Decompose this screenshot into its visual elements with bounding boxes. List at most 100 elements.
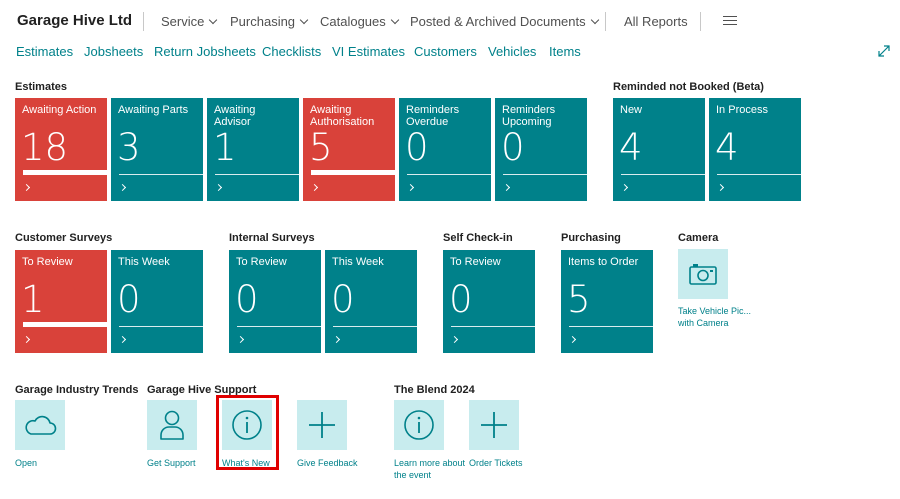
divider [143,12,144,31]
tile-value: 1 [21,278,45,321]
chevron-down-icon [390,15,400,24]
group-title-customer-surveys: Customer Surveys [15,232,113,244]
nav-estimates[interactable]: Estimates [16,44,73,59]
tile-underline [717,174,801,175]
tile-value: 5 [567,278,591,321]
tile-underline [119,326,203,327]
group-title-internal-surveys: Internal Surveys [229,232,315,244]
chevron-right-icon [716,183,725,192]
person-icon [160,410,184,440]
tile-value: 1 [213,126,237,169]
tile-value: 0 [449,278,473,321]
tile-underline [23,170,107,175]
tile-underline [311,170,395,175]
tile-label: This Week [332,256,384,268]
group-title-purchasing: Purchasing [561,232,621,244]
get-support-tile[interactable] [147,400,197,450]
navigation-bar: Estimates Jobsheets Return Jobsheets Che… [0,42,900,62]
tile-internal-this-week[interactable]: This Week 0 [325,250,417,353]
nav-vehicles[interactable]: Vehicles [488,44,536,59]
tile-label: In Process [716,104,768,116]
tile-label: Awaiting Authorisation [310,104,375,128]
camera-action-label-2[interactable]: with Camera [678,317,729,329]
tile-value: 0 [331,278,355,321]
nav-items[interactable]: Items [549,44,581,59]
trends-open-tile[interactable] [15,400,65,450]
tile-awaiting-action[interactable]: Awaiting Action 18 [15,98,107,201]
tile-value: 4 [619,126,643,169]
nav-jobsheets[interactable]: Jobsheets [84,44,143,59]
expand-icon[interactable] [877,44,891,58]
learn-more-tile[interactable] [394,400,444,450]
tile-awaiting-parts[interactable]: Awaiting Parts 3 [111,98,203,201]
divider [700,12,701,31]
info-icon [404,410,434,440]
chevron-right-icon [236,335,245,344]
tile-label: Reminders Upcoming [502,104,556,128]
chevron-right-icon [310,183,319,192]
chevron-down-icon [299,15,309,24]
menu-catalogues-label: Catalogues [320,14,386,29]
chevron-right-icon [214,183,223,192]
chevron-right-icon [332,335,341,344]
camera-action-tile[interactable] [678,249,728,299]
menu-posted-archived-label: Posted & Archived Documents [410,14,586,29]
menu-service[interactable]: Service [161,14,218,29]
tile-in-process[interactable]: In Process 4 [709,98,801,201]
camera-action-label-1[interactable]: Take Vehicle Pic... [678,305,751,317]
tile-customer-to-review[interactable]: To Review 1 [15,250,107,353]
company-name[interactable]: Garage Hive Ltd [17,12,132,29]
tile-label: Awaiting Parts [118,104,189,116]
tile-awaiting-advisor[interactable]: Awaiting Advisor 1 [207,98,299,201]
get-support-label[interactable]: Get Support [147,457,196,469]
tile-label: To Review [236,256,287,268]
nav-checklists[interactable]: Checklists [262,44,321,59]
tile-value: 0 [117,278,141,321]
order-tickets-tile[interactable] [469,400,519,450]
trends-open-label[interactable]: Open [15,457,37,469]
tile-internal-to-review[interactable]: To Review 0 [229,250,321,353]
order-tickets-label[interactable]: Order Tickets [469,457,523,469]
tile-value: 0 [235,278,259,321]
tile-label: This Week [118,256,170,268]
all-reports-link[interactable]: All Reports [624,14,688,29]
tile-label: Awaiting Action [22,104,97,116]
chevron-right-icon [450,335,459,344]
menu-purchasing[interactable]: Purchasing [230,14,309,29]
tile-customer-this-week[interactable]: This Week 0 [111,250,203,353]
tile-underline [237,326,321,327]
group-title-blend: The Blend 2024 [394,384,475,396]
nav-customers[interactable]: Customers [414,44,477,59]
hamburger-icon[interactable] [723,16,737,26]
tile-underline [119,174,203,175]
tile-reminders-overdue[interactable]: Reminders Overdue 0 [399,98,491,201]
cloud-icon [25,415,57,435]
tile-checkin-to-review[interactable]: To Review 0 [443,250,535,353]
menu-posted-archived[interactable]: Posted & Archived Documents [410,14,599,29]
chevron-right-icon [118,335,127,344]
tile-underline [503,174,587,175]
tile-underline [451,326,535,327]
group-title-self-checkin: Self Check-in [443,232,513,244]
top-bar: Garage Hive Ltd Service Purchasing Catal… [0,0,900,42]
tile-reminders-upcoming[interactable]: Reminders Upcoming 0 [495,98,587,201]
tile-awaiting-authorisation[interactable]: Awaiting Authorisation 5 [303,98,395,201]
give-feedback-tile[interactable] [297,400,347,450]
chevron-right-icon [118,183,127,192]
nav-return-jobsheets[interactable]: Return Jobsheets [154,44,256,59]
tile-label: New [620,104,643,116]
tile-underline [407,174,491,175]
learn-more-label-1[interactable]: Learn more about [394,457,465,469]
tile-underline [23,322,107,327]
nav-vi-estimates[interactable]: VI Estimates [332,44,405,59]
tile-items-to-order[interactable]: Items to Order 5 [561,250,653,353]
tile-underline [215,174,299,175]
menu-catalogues[interactable]: Catalogues [320,14,400,29]
tile-value: 5 [309,126,333,169]
menu-purchasing-label: Purchasing [230,14,296,29]
tile-new[interactable]: New 4 [613,98,705,201]
highlight-box [216,395,279,470]
learn-more-label-2[interactable]: the event [394,469,431,481]
give-feedback-label[interactable]: Give Feedback [297,457,358,469]
divider [605,12,606,31]
